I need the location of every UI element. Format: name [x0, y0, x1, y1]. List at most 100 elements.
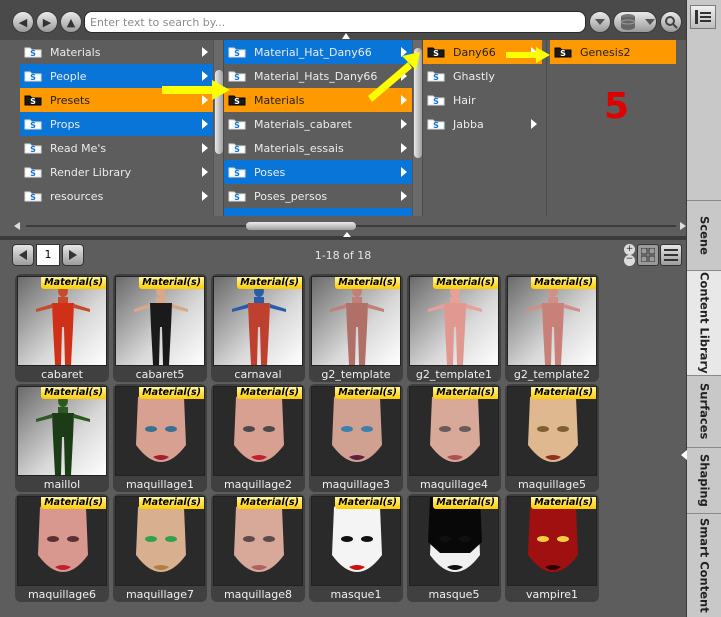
tab-shaping[interactable]: Shaping: [687, 447, 721, 513]
material-badge: Material(s): [237, 387, 302, 399]
grid-view-button[interactable]: [637, 244, 659, 266]
tile-caption: masque1: [330, 588, 382, 601]
tile-caption: maquillage4: [419, 478, 489, 491]
figure-preview-icon: [134, 285, 188, 365]
expand-arrow-icon[interactable]: [401, 143, 407, 153]
expand-arrow-icon[interactable]: [202, 167, 208, 177]
svg-text:S: S: [30, 73, 36, 82]
content-tile[interactable]: Material(s) maquillage4: [407, 384, 501, 492]
content-tile[interactable]: Material(s) g2_template1: [407, 274, 501, 382]
expand-arrow-icon[interactable]: [202, 191, 208, 201]
folder-item[interactable]: S Render Library: [20, 160, 213, 184]
face-preview-icon: [214, 497, 302, 585]
list-icon: [664, 249, 678, 261]
svg-text:S: S: [234, 193, 240, 202]
expand-arrow-icon[interactable]: [202, 143, 208, 153]
preview-image: Material(s): [507, 386, 597, 476]
content-tile[interactable]: Material(s) cabaret: [15, 274, 109, 382]
material-badge: Material(s): [531, 497, 596, 509]
database-dropdown[interactable]: [613, 11, 657, 33]
folder-item[interactable]: S Read Me's: [20, 136, 213, 160]
face-preview-icon: [410, 387, 498, 475]
svg-text:S: S: [30, 97, 36, 106]
folder-item-partial[interactable]: [20, 208, 213, 216]
content-tile[interactable]: Material(s) vampire1: [505, 494, 599, 602]
chevron-down-icon: [595, 19, 605, 25]
tile-caption: maquillage1: [125, 478, 195, 491]
expand-arrow-icon[interactable]: [401, 167, 407, 177]
content-tile[interactable]: Material(s) g2_template2: [505, 274, 599, 382]
tile-caption: maillol: [43, 478, 81, 491]
preview-image: Material(s): [409, 496, 499, 586]
annotation-arrows: [162, 47, 550, 102]
tile-caption: masque5: [428, 588, 480, 601]
folder-label: Materials: [50, 45, 101, 59]
folder-icon: S: [24, 167, 42, 178]
collapse-left-icon[interactable]: [681, 450, 687, 460]
folder-item[interactable]: S Poses: [224, 160, 412, 184]
tile-caption: cabaret: [41, 368, 83, 381]
svg-text:S: S: [234, 169, 240, 178]
tile-caption: maquillage7: [125, 588, 195, 601]
preview-image: Material(s): [311, 276, 401, 366]
preview-image: Material(s): [115, 496, 205, 586]
folder-icon: S: [24, 95, 42, 106]
search-dropdown-button[interactable]: [589, 11, 611, 33]
content-tile[interactable]: Material(s) maquillage8: [211, 494, 305, 602]
folder-item[interactable]: S Poses_persos: [224, 184, 412, 208]
side-tab-strip: Scene Content Library Surfaces Shaping S…: [681, 0, 721, 617]
browser-horizontal-scrollbar[interactable]: [14, 222, 686, 230]
content-tile[interactable]: Material(s) maquillage7: [113, 494, 207, 602]
up-folder-button[interactable]: ▲: [60, 11, 82, 33]
collapse-up-icon[interactable]: [343, 232, 351, 237]
preview-image: Material(s): [17, 496, 107, 586]
figure-preview-icon: [232, 285, 286, 365]
folder-label: Presets: [50, 93, 91, 107]
folder-label: Props: [50, 117, 81, 131]
material-badge: Material(s): [237, 277, 302, 289]
tab-scene[interactable]: Scene: [687, 200, 721, 270]
preview-image: Material(s): [507, 496, 597, 586]
tile-caption: maquillage2: [223, 478, 293, 491]
face-preview-icon: [312, 497, 400, 585]
search-button[interactable]: [660, 11, 682, 33]
content-tile[interactable]: Material(s) carnaval: [211, 274, 305, 382]
scroll-left-icon[interactable]: [14, 222, 20, 230]
tab-content-library[interactable]: Content Library: [687, 270, 721, 375]
material-badge: Material(s): [433, 277, 498, 289]
expand-arrow-icon[interactable]: [401, 191, 407, 201]
tile-caption: g2_template1: [415, 368, 493, 381]
content-tile[interactable]: Material(s) masque1: [309, 494, 403, 602]
tile-caption: g2_template: [321, 368, 391, 381]
material-badge: Material(s): [139, 497, 204, 509]
content-tile[interactable]: Material(s) maquillage5: [505, 384, 599, 492]
forward-button[interactable]: ▶: [36, 11, 58, 33]
folder-label: Materials_essais: [254, 141, 344, 155]
svg-text:S: S: [30, 121, 36, 130]
folder-label: Poses: [254, 165, 286, 179]
back-button[interactable]: ◀: [12, 11, 34, 33]
tab-surfaces[interactable]: Surfaces: [687, 375, 721, 447]
figure-preview-icon: [36, 395, 90, 475]
content-tile[interactable]: Material(s) maquillage3: [309, 384, 403, 492]
figure-preview-icon: [330, 285, 384, 365]
preview-image: Material(s): [115, 276, 205, 366]
content-tile[interactable]: Material(s) masque5: [407, 494, 501, 602]
list-view-button[interactable]: [660, 244, 682, 266]
zoom-out-button[interactable]: −: [624, 255, 635, 266]
folder-item-partial[interactable]: [224, 208, 412, 216]
figure-preview-icon: [526, 285, 580, 365]
panel-menu-button[interactable]: [690, 5, 716, 29]
content-tile[interactable]: Material(s) maquillage2: [211, 384, 305, 492]
folder-item[interactable]: S Materials_essais: [224, 136, 412, 160]
content-tile[interactable]: Material(s) maquillage1: [113, 384, 207, 492]
tab-smart-content[interactable]: Smart Content: [687, 513, 721, 617]
content-tile[interactable]: Material(s) maquillage6: [15, 494, 109, 602]
tile-caption: vampire1: [525, 588, 579, 601]
scroll-right-icon[interactable]: [680, 222, 686, 230]
content-tile[interactable]: Material(s) cabaret5: [113, 274, 207, 382]
content-tile[interactable]: Material(s) maillol: [15, 384, 109, 492]
folder-item[interactable]: Sresources: [20, 184, 213, 208]
content-tile[interactable]: Material(s) g2_template: [309, 274, 403, 382]
face-preview-icon: [18, 497, 106, 585]
